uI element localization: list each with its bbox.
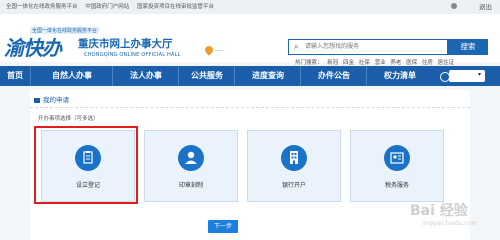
logout-link[interactable]: 退出 [479,3,492,11]
search-button[interactable]: 搜索 [448,39,488,55]
logo-mark[interactable]: 渝快办 [4,32,62,61]
nav-item-power-list[interactable]: 权力清单 [366,66,433,86]
top-links: 全国一体化在线政务服务平台 中国政府门户网站 国家投资项目在线审批监管平台 [6,2,220,10]
selection-highlight [34,126,138,204]
breadcrumb-label: 我的申请 [43,96,69,104]
site-header: 全国一体化在线政务服务平台 渝快办 重庆市网上办事大厅 CHONGQING ON… [0,14,500,66]
location-select[interactable]: ▾ [449,70,485,82]
service-card-tax-service[interactable]: 税务服务 [350,130,444,202]
nav-item-home[interactable]: 首页 [0,66,30,86]
top-link-investment-platform[interactable]: 国家投资项目在线审批监管平台 [137,4,214,10]
top-utility-bar: 全国一体化在线政务服务平台 中国政府门户网站 国家投资项目在线审批监管平台 退出 [0,0,500,15]
nav-item-public-service[interactable]: 公共服务 [178,66,235,86]
breadcrumb: 我的申请 [34,94,69,104]
search-box[interactable]: ⌕ [288,39,448,55]
nav-item-legal-person[interactable]: 法人办事 [112,66,179,86]
user-icon[interactable] [450,3,457,9]
location-line [215,50,223,51]
section-label: 开办事项选择（可多选） [38,116,99,122]
service-card-bank-account[interactable]: 银行开户 [247,130,341,202]
main-nav: 首页 自然人办事 法人办事 公共服务 进度查询 办件公告 权力清单 ▾ [0,66,500,86]
card-label: 银行开户 [281,182,306,189]
top-right: 退出 [450,1,492,11]
building-icon [281,145,307,171]
site-name-en: CHONGQING ONLINE OFFICIAL HALL [84,52,181,58]
service-card-seal-engraving[interactable]: 印章刻制 [144,130,238,202]
folder-icon [34,97,40,103]
person-icon [178,145,204,171]
divider [30,107,470,108]
top-link-gov-portal[interactable]: 中国政府门户网站 [85,4,129,10]
watermark: Bai 经验 jingyan.baidu.com [410,200,477,227]
next-step-button[interactable]: 下一步 [208,220,238,233]
watermark-sub: jingyan.baidu.com [422,220,478,227]
nav-item-progress[interactable]: 进度查询 [234,66,301,86]
chevron-down-icon: ▾ [477,71,481,78]
search-icon: ⌕ [294,42,299,51]
location-pin-icon [203,44,215,56]
nav-item-announcement[interactable]: 办件公告 [300,66,367,86]
card-label: 印章刻制 [178,182,203,189]
card-label: 税务服务 [384,182,409,189]
hot-search: 热门搜索： 新冠 四金 社保 营业 养老 医保 住房 居住证 [295,58,457,66]
site-name: 重庆市网上办事大厅 [78,38,173,50]
watermark-text: Bai 经验 [410,203,468,219]
search-input[interactable] [305,41,443,52]
top-link-national-platform[interactable]: 全国一体化在线政务服务平台 [6,4,78,10]
location-marker-icon [203,44,223,58]
tax-id-card-icon [384,145,410,171]
nav-item-natural-person[interactable]: 自然人办事 [30,66,113,86]
